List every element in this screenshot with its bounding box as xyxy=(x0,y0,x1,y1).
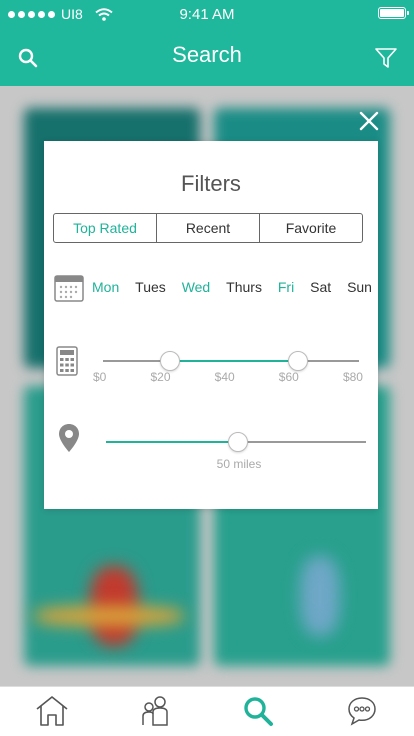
home-icon[interactable] xyxy=(34,695,70,727)
filters-modal: Filters Top Rated Recent Favorite Mon Tu… xyxy=(44,141,378,509)
day-wed[interactable]: Wed xyxy=(182,279,211,295)
chat-icon[interactable] xyxy=(346,695,378,727)
card-figure xyxy=(300,556,340,636)
price-label: $40 xyxy=(214,370,235,384)
tab-bar xyxy=(0,686,414,736)
day-fri[interactable]: Fri xyxy=(278,279,294,295)
close-icon[interactable] xyxy=(356,108,382,134)
day-tues[interactable]: Tues xyxy=(135,279,166,295)
day-sun[interactable]: Sun xyxy=(347,279,372,295)
distance-slider-fill xyxy=(106,441,236,443)
price-min-handle[interactable] xyxy=(160,351,180,371)
location-pin-icon xyxy=(59,424,79,452)
modal-title: Filters xyxy=(181,171,241,196)
day-thurs[interactable]: Thurs xyxy=(226,279,262,295)
price-label: $60 xyxy=(278,370,299,384)
sort-tab-top-rated[interactable]: Top Rated xyxy=(54,214,157,242)
day-sat[interactable]: Sat xyxy=(310,279,331,295)
sort-tab-recent[interactable]: Recent xyxy=(156,214,259,242)
status-time: 9:41 AM xyxy=(179,6,235,23)
price-label: $20 xyxy=(150,370,171,384)
sort-tab-favorite[interactable]: Favorite xyxy=(259,214,362,242)
price-label: $0 xyxy=(93,370,107,384)
distance-handle[interactable] xyxy=(228,432,248,452)
calculator-icon xyxy=(56,346,78,376)
calendar-icon xyxy=(54,275,84,302)
status-bar: UI8 9:41 AM xyxy=(0,0,414,28)
price-scale: $0 $20 $40 $60 $80 xyxy=(93,370,363,384)
sort-segmented-control: Top Rated Recent Favorite xyxy=(53,213,363,243)
people-icon[interactable] xyxy=(140,695,172,727)
day-selector: Mon Tues Wed Thurs Fri Sat Sun xyxy=(92,279,372,295)
battery-icon xyxy=(378,7,409,19)
filter-icon[interactable] xyxy=(374,46,398,70)
price-max-handle[interactable] xyxy=(288,351,308,371)
card-figure xyxy=(34,606,184,626)
page-title: Search xyxy=(172,42,242,67)
distance-value: 50 miles xyxy=(216,457,262,471)
price-slider-range xyxy=(169,360,297,362)
search-icon[interactable] xyxy=(242,695,274,727)
day-mon[interactable]: Mon xyxy=(92,279,119,295)
price-label: $80 xyxy=(342,370,363,384)
top-bar: UI8 9:41 AM Search xyxy=(0,0,414,86)
